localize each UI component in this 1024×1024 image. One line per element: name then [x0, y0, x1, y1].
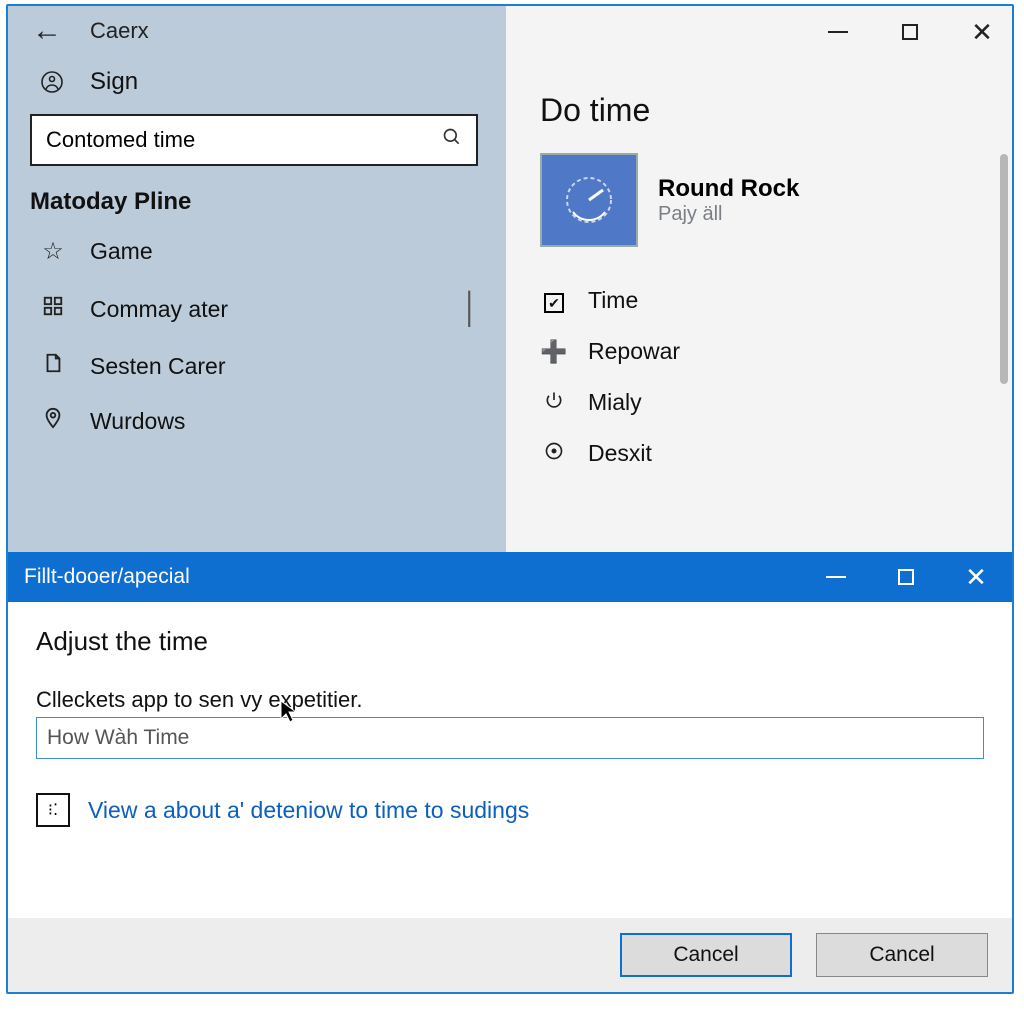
window-controls: ✕ — [816, 14, 1004, 50]
sidebar-sign-row[interactable]: Sign — [8, 56, 506, 108]
ok-button[interactable]: Cancel — [620, 933, 792, 977]
page-title: Do time — [540, 92, 978, 129]
option-mialy[interactable]: Mialy — [540, 389, 978, 416]
search-icon — [442, 127, 462, 153]
app-meta: Round Rock Pajy äll — [658, 175, 799, 226]
sidebar-item-label: Commay ater — [90, 296, 228, 323]
maximize-button[interactable] — [888, 14, 932, 50]
back-arrow-icon[interactable]: ← — [32, 16, 62, 46]
scrollbar-thumb[interactable] — [1000, 154, 1008, 384]
target-icon — [540, 441, 568, 467]
dialog-help-link[interactable]: View a about a' deteniow to time to sudi… — [88, 797, 529, 824]
pin-icon — [38, 407, 68, 436]
sidebar-section-heading: Matoday Pline — [8, 172, 506, 224]
upper-pane: ← Caerx Sign Matoday Pline ☆ — [8, 6, 1012, 552]
dialog-maximize-button[interactable] — [886, 560, 926, 594]
dialog-window: Fillt-dooer/apecial ✕ Adjust the time Cl… — [8, 552, 1012, 992]
sidebar-item-wurdows[interactable]: Wurdows — [8, 394, 506, 449]
info-box-icon: ⁝⁚ — [36, 793, 70, 827]
content-pane: ✕ Do time Round Rock Pajy äll — [506, 6, 1012, 552]
sidebar-item-sesten[interactable]: Sesten Carer — [8, 339, 506, 394]
power-icon — [540, 390, 568, 416]
settings-window: ← Caerx Sign Matoday Pline ☆ — [6, 4, 1014, 994]
search-box[interactable] — [30, 114, 478, 166]
option-desxit[interactable]: Desxit — [540, 440, 978, 467]
close-icon: ✕ — [971, 17, 993, 48]
app-subtitle: Pajy äll — [658, 203, 799, 226]
close-icon: ✕ — [965, 562, 987, 593]
page-icon — [38, 352, 68, 381]
checkbox-checked-icon: ✔ — [540, 288, 568, 314]
option-time[interactable]: ✔ Time — [540, 287, 978, 314]
grid-icon — [38, 295, 68, 324]
close-button[interactable]: ✕ — [960, 14, 1004, 50]
app-thumbnail — [540, 153, 638, 247]
search-input[interactable] — [46, 127, 442, 153]
dialog-heading: Adjust the time — [36, 626, 984, 657]
minimize-icon — [826, 576, 846, 578]
content-inner: Do time Round Rock Pajy äll — [506, 6, 1012, 467]
option-label: Time — [588, 287, 638, 314]
app-card[interactable]: Round Rock Pajy äll — [540, 153, 978, 247]
sidebar-item-label: Wurdows — [90, 408, 185, 435]
sidebar-item-game[interactable]: ☆ Game — [8, 224, 506, 279]
dialog-close-button[interactable]: ✕ — [956, 560, 996, 594]
options-list: ✔ Time ➕ Repowar Mialy — [540, 287, 978, 467]
maximize-icon — [902, 24, 918, 40]
minimize-button[interactable] — [816, 14, 860, 50]
search-wrap — [8, 108, 506, 172]
option-repowar[interactable]: ➕ Repowar — [540, 338, 978, 365]
plus-icon: ➕ — [540, 339, 568, 365]
sidebar-item-label: Sesten Carer — [90, 353, 226, 380]
dialog-link-row: ⁝⁚ View a about a' deteniow to time to s… — [36, 793, 984, 827]
sidebar-item-commay[interactable]: Commay ater │ — [8, 279, 506, 339]
dialog-description: Clleckets app to sen vy expetitier. — [36, 687, 984, 713]
app-title: Caerx — [90, 18, 149, 44]
gauge-icon — [559, 170, 619, 230]
dialog-titlebar[interactable]: Fillt-dooer/apecial ✕ — [8, 552, 1012, 602]
dialog-footer: Cancel Cancel — [8, 918, 1012, 992]
maximize-icon — [898, 569, 914, 585]
option-label: Repowar — [588, 338, 680, 365]
option-label: Mialy — [588, 389, 642, 416]
sign-label: Sign — [90, 68, 138, 96]
app-name: Round Rock — [658, 175, 799, 203]
user-circle-icon — [38, 70, 66, 94]
dialog-window-controls: ✕ — [816, 560, 996, 594]
dialog-text-input[interactable] — [36, 717, 984, 759]
dialog-body: Adjust the time Clleckets app to sen vy … — [8, 602, 1012, 918]
sidebar-header: ← Caerx — [8, 6, 506, 56]
scroll-hint-icon: │ — [461, 292, 488, 326]
dialog-minimize-button[interactable] — [816, 560, 856, 594]
option-label: Desxit — [588, 440, 652, 467]
sidebar: ← Caerx Sign Matoday Pline ☆ — [8, 6, 506, 552]
cancel-button[interactable]: Cancel — [816, 933, 988, 977]
dialog-title-text: Fillt-dooer/apecial — [24, 565, 816, 589]
sidebar-item-label: Game — [90, 238, 153, 265]
minimize-icon — [828, 31, 848, 33]
star-icon: ☆ — [38, 237, 68, 266]
